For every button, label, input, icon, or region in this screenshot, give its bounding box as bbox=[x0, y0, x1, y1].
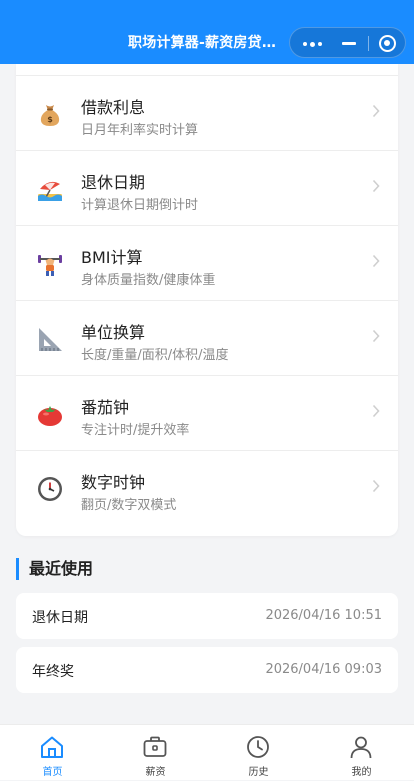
tool-desc: 日月年利率实时计算 bbox=[81, 123, 199, 138]
tab-label: 我的 bbox=[351, 767, 372, 778]
bottom-tab-bar: 首页 薪资 历史 我的 bbox=[0, 724, 414, 780]
tool-item-pomodoro[interactable]: 番茄钟 专注计时/提升效率 bbox=[16, 376, 398, 451]
tab-salary[interactable]: 薪资 bbox=[104, 725, 207, 781]
tool-name: 数字时钟 bbox=[81, 473, 146, 492]
tab-mine[interactable]: 我的 bbox=[310, 725, 413, 781]
money-bag-icon: $ bbox=[36, 100, 64, 128]
tool-name: 单位换算 bbox=[81, 323, 146, 342]
recent-item-time: 2026/04/16 09:03 bbox=[265, 662, 382, 677]
briefcase-icon bbox=[142, 734, 168, 760]
recent-item-name: 年终奖 bbox=[32, 664, 74, 680]
recent-item[interactable]: 年终奖 2026/04/16 09:03 bbox=[16, 647, 398, 693]
tab-label: 历史 bbox=[248, 767, 269, 778]
capsule-divider bbox=[368, 36, 369, 51]
section-title-recent: 最近使用 bbox=[16, 558, 93, 580]
tool-item-bmi[interactable]: BMI计算 身体质量指数/健康体重 bbox=[16, 226, 398, 301]
chevron-right-icon bbox=[372, 479, 380, 493]
tab-label: 首页 bbox=[42, 767, 63, 778]
tool-name: 退休日期 bbox=[81, 173, 146, 192]
triangle-ruler-icon bbox=[36, 325, 64, 353]
tool-item-loan-interest[interactable]: $ 借款利息 日月年利率实时计算 bbox=[16, 76, 398, 151]
chevron-right-icon bbox=[372, 254, 380, 268]
tool-item-unit-conversion[interactable]: 单位换算 长度/重量/面积/体积/温度 bbox=[16, 301, 398, 376]
svg-text:$: $ bbox=[47, 115, 53, 124]
tab-label: 薪资 bbox=[145, 767, 166, 778]
tool-desc: 身体质量指数/健康体重 bbox=[81, 273, 216, 288]
chevron-right-icon bbox=[372, 104, 380, 118]
page-title: 职场计算器-薪资房贷... bbox=[128, 35, 276, 51]
tools-card: $ 借款利息 日月年利率实时计算 退休日期 计算退休日期倒计时 BMI计算 身体… bbox=[16, 64, 398, 536]
weightlifter-icon bbox=[36, 250, 64, 278]
recent-item-name: 退休日期 bbox=[32, 610, 88, 626]
tab-home[interactable]: 首页 bbox=[1, 725, 104, 781]
mini-program-capsule bbox=[289, 27, 406, 58]
tool-name: 番茄钟 bbox=[81, 398, 130, 417]
clock-icon bbox=[36, 475, 64, 503]
chevron-right-icon bbox=[372, 329, 380, 343]
clock-icon bbox=[245, 734, 271, 760]
more-dots-icon[interactable] bbox=[303, 41, 323, 47]
chevron-right-icon bbox=[372, 179, 380, 193]
beach-umbrella-icon bbox=[36, 175, 64, 203]
tool-name: 借款利息 bbox=[81, 98, 146, 117]
tab-history[interactable]: 历史 bbox=[207, 725, 310, 781]
app-header: 职场计算器-薪资房贷... bbox=[0, 0, 414, 64]
tool-item-digital-clock[interactable]: 数字时钟 翻页/数字双模式 bbox=[16, 451, 398, 526]
recent-item-time: 2026/04/16 10:51 bbox=[265, 608, 382, 623]
tool-desc: 长度/重量/面积/体积/温度 bbox=[81, 348, 229, 363]
tool-desc: 专注计时/提升效率 bbox=[81, 423, 190, 438]
tool-item-retirement-date[interactable]: 退休日期 计算退休日期倒计时 bbox=[16, 151, 398, 226]
home-icon bbox=[39, 734, 65, 760]
user-icon bbox=[348, 734, 374, 760]
minimize-icon[interactable] bbox=[342, 42, 356, 45]
chevron-right-icon bbox=[372, 404, 380, 418]
tool-name: BMI计算 bbox=[81, 248, 143, 267]
close-target-icon[interactable] bbox=[379, 35, 396, 52]
tool-desc: 翻页/数字双模式 bbox=[81, 498, 177, 513]
recent-item[interactable]: 退休日期 2026/04/16 10:51 bbox=[16, 593, 398, 639]
tool-desc: 计算退休日期倒计时 bbox=[81, 198, 199, 213]
tomato-icon bbox=[36, 400, 64, 428]
